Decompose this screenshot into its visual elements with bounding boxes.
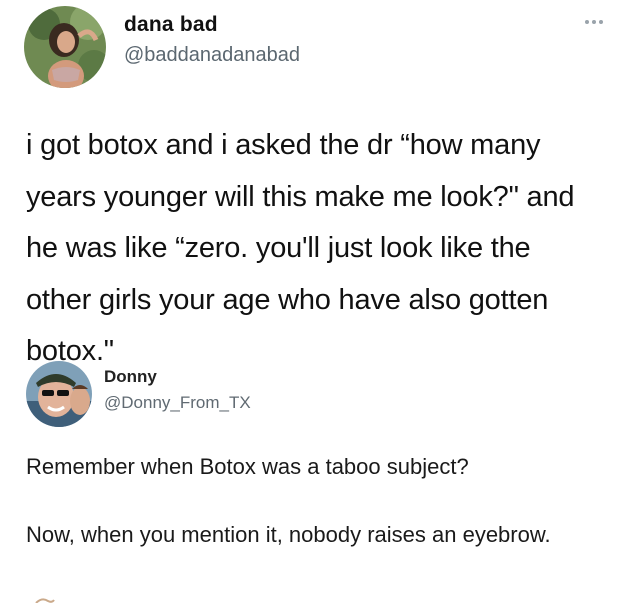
reply-author-handle[interactable]: @Donny_From_TX (104, 393, 251, 413)
reply-author-avatar-image (26, 361, 92, 427)
author-avatar[interactable] (24, 6, 106, 88)
author-name[interactable]: dana bad (124, 13, 218, 37)
dot (599, 20, 603, 24)
dot (585, 20, 589, 24)
tweet-text: i got botox and i asked the dr “how many… (26, 129, 575, 367)
reply-author-avatar[interactable] (26, 361, 92, 427)
cutoff-content-fragment (35, 598, 55, 603)
author-avatar-image (24, 6, 106, 88)
dot (592, 20, 596, 24)
reply-text-paragraph-1: Remember when Botox was a taboo subject? (26, 454, 469, 479)
reply-author-name[interactable]: Donny (104, 367, 157, 387)
reply-text-paragraph-2: Now, when you mention it, nobody raises … (26, 522, 551, 547)
more-dots-icon[interactable] (585, 20, 603, 24)
author-handle[interactable]: @baddanadanabad (124, 44, 300, 67)
